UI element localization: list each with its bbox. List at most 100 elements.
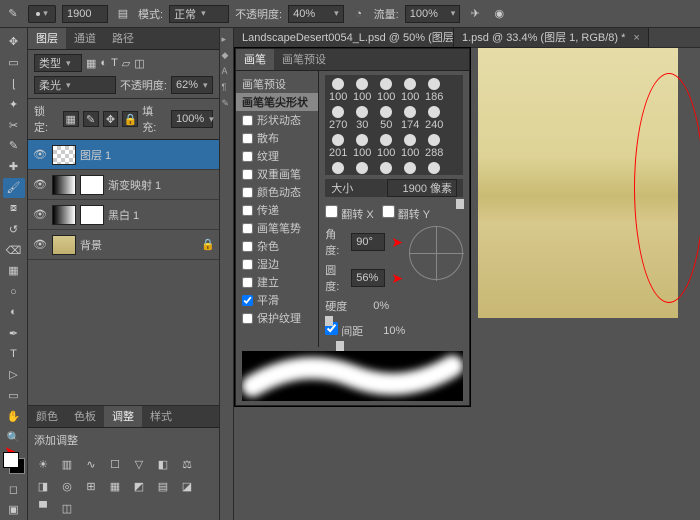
toggle-panel-icon[interactable]: ▤ <box>114 5 132 23</box>
tab-brush[interactable]: 画笔 <box>236 49 274 70</box>
move-tool[interactable]: ✥ <box>3 32 25 52</box>
shape-dynamics-item[interactable]: 形状动态 <box>236 111 318 129</box>
mask-thumb[interactable] <box>80 175 104 195</box>
filter-shape-icon[interactable]: ▱ <box>122 57 130 70</box>
mini-icon[interactable]: ◆ <box>222 50 232 60</box>
layer-thumb[interactable] <box>52 205 76 225</box>
tab-style[interactable]: 样式 <box>142 406 180 427</box>
brush-tip-cell[interactable]: 50 <box>327 161 349 175</box>
brush-preset-item[interactable]: 画笔预设 <box>236 75 318 93</box>
filter-kind[interactable]: 类型 <box>34 54 82 72</box>
vibrance-icon[interactable]: ▽ <box>130 456 148 472</box>
close-icon[interactable]: × <box>633 28 639 47</box>
airbrush-icon[interactable]: ✈ <box>466 5 484 23</box>
brush-tip-cell[interactable]: 30 <box>351 105 373 131</box>
dual-brush-item[interactable]: 双重画笔 <box>236 165 318 183</box>
brush-tip-cell[interactable]: 10 <box>375 161 397 175</box>
filter-adjust-icon[interactable]: ◐ <box>100 57 107 69</box>
shape-tool[interactable]: ▭ <box>3 386 25 406</box>
pose-item[interactable]: 画笔笔势 <box>236 219 318 237</box>
brush-tip-cell[interactable]: 186 <box>423 77 445 103</box>
pressure-size-icon[interactable]: ◉ <box>490 5 508 23</box>
size-value[interactable]: 1900 像素 <box>387 179 457 197</box>
brush-tip-cell[interactable]: 100 <box>399 77 421 103</box>
document-tab[interactable]: LandscapeDesert0054_L.psd @ 50% (图层 1, R… <box>234 28 454 47</box>
stamp-tool[interactable]: ⧇ <box>3 199 25 219</box>
hand-tool[interactable]: ✋ <box>3 407 25 427</box>
filter-smart-icon[interactable]: ◫ <box>134 57 144 70</box>
blend-mode-select[interactable]: 正常 <box>169 5 229 23</box>
gradient-tool[interactable]: ▦ <box>3 261 25 281</box>
lookup-icon[interactable]: ▦ <box>106 478 124 494</box>
brush-tool-icon[interactable]: ✎ <box>4 5 22 23</box>
brush-tip-cell[interactable]: 40 <box>423 161 445 175</box>
angle-input[interactable]: 90° <box>351 233 385 251</box>
lock-all-icon[interactable]: 🔒 <box>122 111 138 127</box>
channel-mixer-icon[interactable]: ⊞ <box>82 478 100 494</box>
fill-input[interactable]: 100% <box>171 110 213 128</box>
tab-color[interactable]: 颜色 <box>28 406 66 427</box>
brush-tip-cell[interactable]: 100 <box>375 77 397 103</box>
brush-tip-cell[interactable]: 240 <box>423 105 445 131</box>
eyedropper-tool[interactable]: ✎ <box>3 136 25 156</box>
filter-pixel-icon[interactable]: ▦ <box>86 57 96 70</box>
brush-tip-shape-item[interactable]: 画笔笔尖形状 <box>236 93 318 111</box>
threshold-icon[interactable]: ◪ <box>178 478 196 494</box>
layer-row[interactable]: 👁 图层 1 <box>28 140 219 170</box>
brush-tip-cell[interactable]: 14 <box>351 161 373 175</box>
layer-row[interactable]: 👁 黑白 1 <box>28 200 219 230</box>
blur-tool[interactable]: ○ <box>3 282 25 302</box>
screenmode-tool[interactable]: ▣ <box>3 500 25 520</box>
tab-brush-preset[interactable]: 画笔预设 <box>274 49 334 70</box>
layer-opacity-input[interactable]: 62% <box>171 76 213 94</box>
quickmask-tool[interactable]: ◻ <box>3 479 25 499</box>
levels-icon[interactable]: ▥ <box>58 456 76 472</box>
exposure-icon[interactable]: ☐ <box>106 456 124 472</box>
pressure-opacity-icon[interactable]: ◔ <box>350 5 368 23</box>
bw-icon[interactable]: ◨ <box>34 478 52 494</box>
brush-tip-cell[interactable]: 100 <box>375 133 397 159</box>
color-swatches[interactable] <box>0 448 29 478</box>
eraser-tool[interactable]: ⌫ <box>3 240 25 260</box>
brush-tip-cell[interactable]: 60 <box>399 161 421 175</box>
flip-x-check[interactable]: 翻转 X <box>325 205 373 222</box>
brush-tip-cell[interactable]: 100 <box>399 133 421 159</box>
buildup-item[interactable]: 建立 <box>236 273 318 291</box>
flip-y-check[interactable]: 翻转 Y <box>382 205 430 222</box>
layer-blend-select[interactable]: 柔光 <box>34 76 116 94</box>
brush-size-input[interactable] <box>67 8 103 20</box>
history-brush-tool[interactable]: ↺ <box>3 219 25 239</box>
tab-layers[interactable]: 图层 <box>28 28 66 49</box>
brush-preset-picker[interactable] <box>28 5 56 23</box>
visibility-icon[interactable]: 👁 <box>32 148 48 161</box>
brush-tip-cell[interactable]: 100 <box>327 77 349 103</box>
crop-tool[interactable]: ✂ <box>3 115 25 135</box>
marquee-tool[interactable]: ▭ <box>3 53 25 73</box>
brush-tip-cell[interactable]: 201 <box>327 133 349 159</box>
photo-filter-icon[interactable]: ◎ <box>58 478 76 494</box>
mini-icon[interactable]: ¶ <box>222 82 232 92</box>
wet-item[interactable]: 湿边 <box>236 255 318 273</box>
tab-swatch[interactable]: 色板 <box>66 406 104 427</box>
visibility-icon[interactable]: 👁 <box>32 238 48 251</box>
lock-pixels-icon[interactable]: ✎ <box>83 111 99 127</box>
mini-icon[interactable]: ✎ <box>222 98 232 108</box>
lock-position-icon[interactable]: ✥ <box>103 111 119 127</box>
wand-tool[interactable]: ✦ <box>3 94 25 114</box>
invert-icon[interactable]: ◩ <box>130 478 148 494</box>
brush-tool[interactable]: 🖌 <box>3 178 25 198</box>
color-dyn-item[interactable]: 颜色动态 <box>236 183 318 201</box>
type-tool[interactable]: T <box>3 344 25 364</box>
hue-icon[interactable]: ◧ <box>154 456 172 472</box>
layer-thumb[interactable] <box>52 235 76 255</box>
layer-row[interactable]: 👁 渐变映射 1 <box>28 170 219 200</box>
layer-thumb[interactable] <box>52 175 76 195</box>
tab-channels[interactable]: 通道 <box>66 28 104 49</box>
layer-row[interactable]: 👁 背景 🔒 <box>28 230 219 260</box>
lasso-tool[interactable]: ɭ <box>3 74 25 94</box>
curves-icon[interactable]: ∿ <box>82 456 100 472</box>
brush-tip-cell[interactable]: 174 <box>399 105 421 131</box>
protect-item[interactable]: 保护纹理 <box>236 309 318 327</box>
document-tab[interactable]: 1.psd @ 33.4% (图层 1, RGB/8) *× <box>454 28 649 47</box>
scatter-item[interactable]: 散布 <box>236 129 318 147</box>
